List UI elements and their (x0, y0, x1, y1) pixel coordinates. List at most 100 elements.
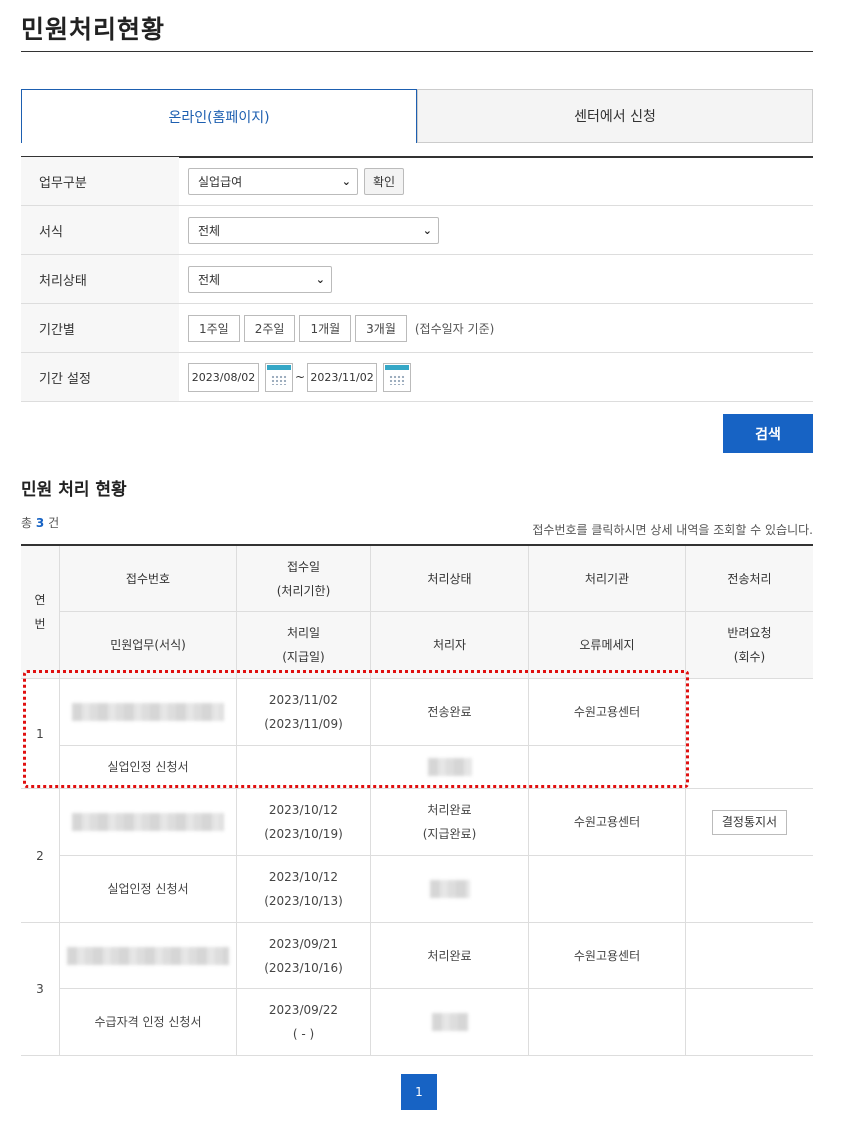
row2-seq: 2 (21, 789, 60, 923)
period-1month-button[interactable]: 1개월 (299, 314, 352, 342)
row3-receipt-no[interactable] (60, 923, 237, 989)
header-receipt-date-line2: (처리기한) (276, 583, 331, 598)
form-row-status: 처리상태 전체 ⌄ (21, 255, 813, 304)
chevron-down-icon: ⌄ (315, 272, 325, 286)
row1-deadline-value: (2023/11/09) (264, 717, 343, 731)
status-select[interactable]: 전체 ⌄ (188, 265, 332, 293)
header-seq-line2: 번 (34, 617, 46, 631)
row2-handler (371, 856, 529, 923)
row2-proc-date-value: 2023/10/12 (268, 870, 339, 884)
row2-error-msg (529, 856, 686, 923)
start-date-input[interactable]: 2023/08/02 (188, 362, 259, 392)
row1-form: 실업인정 신청서 (60, 746, 237, 789)
row3-deadline-value: (2023/10/16) (264, 960, 343, 975)
document-select[interactable]: 전체 ⌄ (188, 216, 439, 244)
status-label: 처리상태 (21, 255, 179, 303)
redacted-handler (431, 1013, 468, 1031)
row3-status: 처리완료 (371, 923, 529, 989)
count-suffix: 건 (48, 516, 60, 530)
row2-proc-date: 2023/10/12 (2023/10/13) (237, 856, 371, 923)
row2-receipt-no[interactable] (60, 789, 237, 856)
row3-agency: 수원고용센터 (529, 923, 686, 989)
row1-receipt-date: 2023/11/02 (2023/11/09) (237, 679, 371, 746)
row1-agency: 수원고용센터 (529, 679, 686, 746)
header-return-line2: (회수) (733, 650, 766, 664)
confirm-button[interactable]: 확인 (364, 167, 405, 195)
header-transmission: 전송처리 (686, 546, 813, 612)
header-return-request: 반려요청 (회수) (686, 612, 813, 679)
header-proc-date-line2: (지급일) (282, 650, 325, 664)
date-range-label: 기간 설정 (21, 353, 179, 401)
header-handler: 처리자 (371, 612, 529, 679)
form-row-document: 서식 전체 ⌄ (21, 206, 813, 255)
page-title: 민원처리현황 (21, 15, 166, 44)
header-proc-date-line1: 처리일 (286, 626, 321, 640)
row3-seq: 3 (21, 923, 60, 1056)
row1-status: 전송완료 (371, 679, 529, 746)
task-type-select[interactable]: 실업급여 ⌄ (188, 167, 358, 195)
search-form: 업무구분 실업급여 ⌄ 확인 서식 전체 ⌄ 처리상태 전체 ⌄ 기간별 1주일… (21, 157, 813, 402)
period-1week-button[interactable]: 1주일 (188, 314, 240, 342)
title-divider (21, 51, 813, 52)
document-label: 서식 (21, 206, 179, 254)
row1-error-msg (529, 746, 686, 789)
redacted-handler (429, 880, 470, 898)
row3-pay-date-value: ( - ) (292, 1027, 315, 1041)
row2-agency: 수원고용센터 (529, 789, 686, 856)
row2-return-request (686, 856, 813, 923)
row3-handler (371, 989, 529, 1056)
row1-seq: 1 (21, 679, 60, 789)
row3-form: 수급자격 인정 신청서 (60, 989, 237, 1056)
calendar-icon[interactable] (383, 362, 412, 392)
row2-status: 처리완료 (지급완료) (371, 789, 529, 856)
count-number: 3 (35, 516, 45, 530)
redacted-receipt-no (72, 703, 224, 721)
redacted-receipt-no (67, 946, 229, 965)
header-receipt-date: 접수일 (처리기한) (237, 546, 371, 612)
row2-status-sub: (지급완료) (422, 827, 477, 841)
row1-receipt-date-value: 2023/11/02 (268, 693, 339, 707)
row3-error-msg (529, 989, 686, 1056)
row3-return-request (686, 989, 813, 1056)
form-row-period: 기간별 1주일 2주일 1개월 3개월 (접수일자 기준) (21, 304, 813, 353)
decision-notice-button[interactable]: 결정통지서 (711, 809, 788, 835)
header-error-msg: 오류메세지 (529, 612, 686, 679)
tab-center[interactable]: 센터에서 신청 (417, 89, 813, 143)
calendar-icon[interactable] (265, 362, 293, 392)
task-type-label: 업무구분 (21, 157, 179, 205)
header-agency: 처리기관 (529, 546, 686, 612)
row2-receipt-date: 2023/10/12 (2023/10/19) (237, 789, 371, 856)
row3-receipt-date-value: 2023/09/21 (268, 936, 339, 951)
status-value: 전체 (198, 272, 221, 287)
redacted-handler (427, 758, 472, 776)
form-row-date-range: 기간 설정 2023/08/02 ~ 2023/11/02 (21, 353, 813, 402)
header-return-line1: 반려요청 (727, 626, 772, 640)
period-hint: (접수일자 기준) (414, 321, 495, 336)
row3-transmission (686, 923, 813, 989)
end-date-input[interactable]: 2023/11/02 (307, 362, 378, 392)
chevron-down-icon: ⌄ (422, 223, 432, 237)
row2-receipt-date-value: 2023/10/12 (268, 803, 339, 817)
row2-transmission: 결정통지서 (686, 789, 813, 856)
row3-proc-date-value: 2023/09/22 (268, 1003, 339, 1017)
tab-online[interactable]: 온라인(홈페이지) (21, 89, 417, 143)
header-receipt-no: 접수번호 (60, 546, 237, 612)
search-button[interactable]: 검색 (723, 414, 813, 453)
results-table: 연 번 접수번호 접수일 (처리기한) 처리상태 처리기관 전송처리 민원업무(… (21, 544, 813, 1056)
period-3month-button[interactable]: 3개월 (355, 314, 407, 342)
row3-proc-date: 2023/09/22 ( - ) (237, 989, 371, 1056)
results-notice: 접수번호를 클릭하시면 상세 내역을 조회할 수 있습니다. (532, 523, 813, 537)
period-2week-button[interactable]: 2주일 (243, 314, 296, 342)
row1-receipt-no[interactable] (60, 679, 237, 746)
pagination-page-1[interactable]: 1 (401, 1074, 437, 1110)
document-value: 전체 (198, 223, 221, 238)
header-proc-date: 처리일 (지급일) (237, 612, 371, 679)
header-status: 처리상태 (371, 546, 529, 612)
date-separator: ~ (295, 370, 306, 384)
period-label: 기간별 (21, 304, 179, 352)
count-prefix: 총 (21, 516, 33, 530)
row1-proc-date (237, 746, 371, 789)
row1-transmission (686, 679, 813, 789)
header-seq: 연 번 (21, 546, 60, 679)
redacted-receipt-no (72, 813, 224, 831)
